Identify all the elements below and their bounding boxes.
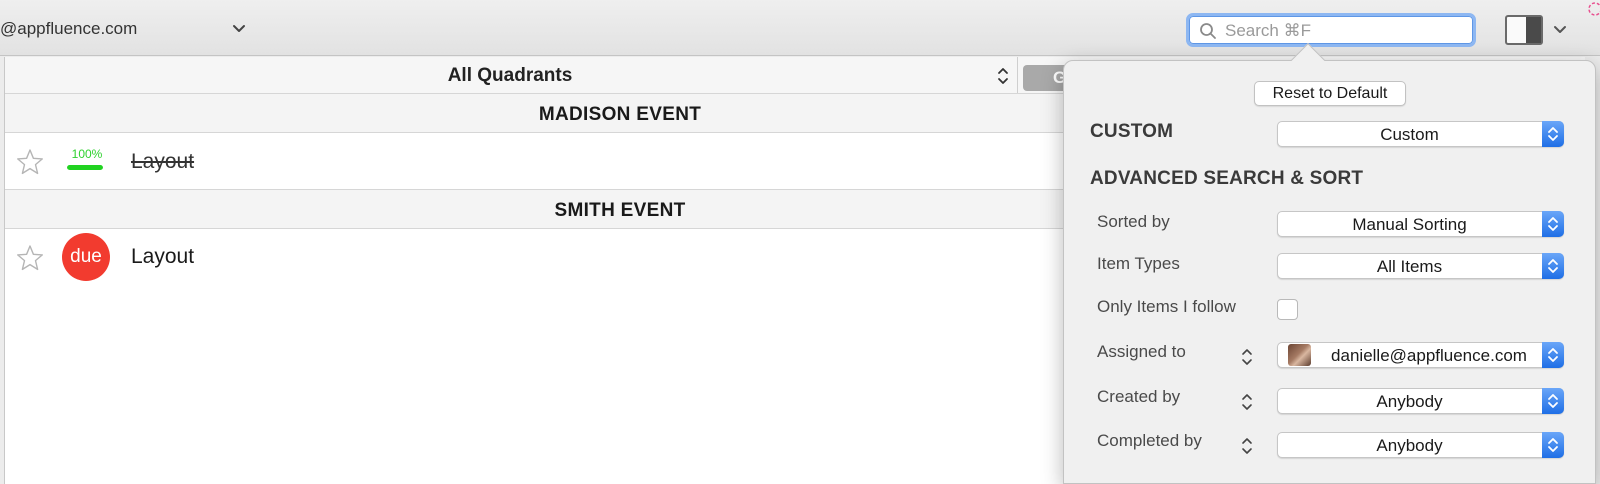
sorted-by-value: Manual Sorting (1352, 215, 1467, 234)
sorted-by-label: Sorted by (1097, 212, 1170, 231)
up-down-arrows-icon[interactable] (1241, 436, 1253, 456)
due-badge: due (62, 233, 110, 281)
select-arrows-icon (1542, 121, 1564, 147)
advanced-heading: ADVANCED SEARCH & SORT (1090, 168, 1364, 189)
window-toolbar: @appfluence.com (0, 0, 1600, 56)
up-down-arrows-icon[interactable] (1241, 392, 1253, 412)
star-icon[interactable] (15, 147, 45, 177)
sorted-by-select[interactable]: Manual Sorting (1277, 211, 1564, 237)
up-down-arrows-icon[interactable] (1241, 347, 1253, 367)
custom-select[interactable]: Custom (1277, 121, 1564, 147)
progress-bar (67, 165, 103, 170)
progress-indicator: 100% (67, 147, 107, 170)
created-by-value: Anybody (1376, 392, 1443, 411)
progress-fill (67, 165, 103, 170)
reset-to-default-button[interactable]: Reset to Default (1254, 81, 1406, 106)
partial-icon (1588, 2, 1600, 16)
task-title[interactable]: Layout (131, 150, 194, 174)
created-by-label: Created by (1097, 387, 1181, 406)
section-title: MADISON EVENT (538, 104, 702, 125)
only-follow-checkbox[interactable] (1277, 299, 1298, 320)
only-follow-label: Only Items I follow (1097, 297, 1236, 316)
select-arrows-icon (1542, 342, 1564, 368)
completed-by-value: Anybody (1376, 436, 1443, 455)
assigned-to-value: danielle@appfluence.com (1331, 346, 1527, 365)
search-input[interactable] (1225, 20, 1465, 42)
search-icon (1200, 23, 1216, 39)
select-arrows-icon (1542, 211, 1564, 237)
star-icon[interactable] (15, 243, 45, 273)
completed-by-label: Completed by (1097, 431, 1202, 450)
divider (1017, 57, 1018, 94)
custom-heading: CUSTOM (1090, 121, 1174, 142)
chevron-down-icon[interactable] (1553, 21, 1567, 37)
task-title[interactable]: Layout (131, 245, 194, 269)
item-types-value: All Items (1376, 257, 1443, 276)
quadrant-selector[interactable]: All Quadrants (5, 65, 1015, 87)
item-types-label: Item Types (1097, 254, 1180, 273)
item-types-select[interactable]: All Items (1277, 253, 1564, 279)
account-label[interactable]: @appfluence.com (0, 19, 137, 39)
chevron-down-icon[interactable] (231, 19, 247, 37)
custom-select-value: Custom (1380, 125, 1439, 144)
progress-label: 100% (71, 147, 103, 161)
select-arrows-icon (1542, 253, 1564, 279)
search-field[interactable] (1186, 13, 1476, 47)
assigned-to-label: Assigned to (1097, 342, 1186, 361)
avatar (1288, 344, 1311, 366)
created-by-select[interactable]: Anybody (1277, 388, 1564, 414)
sidebar-toggle-icon[interactable] (1504, 14, 1544, 46)
select-arrows-icon (1542, 388, 1564, 414)
up-down-arrows-icon[interactable] (996, 65, 1010, 87)
section-title: SMITH EVENT (554, 200, 686, 221)
select-arrows-icon (1542, 432, 1564, 458)
completed-by-select[interactable]: Anybody (1277, 432, 1564, 458)
assigned-to-select[interactable]: danielle@appfluence.com (1277, 342, 1564, 368)
